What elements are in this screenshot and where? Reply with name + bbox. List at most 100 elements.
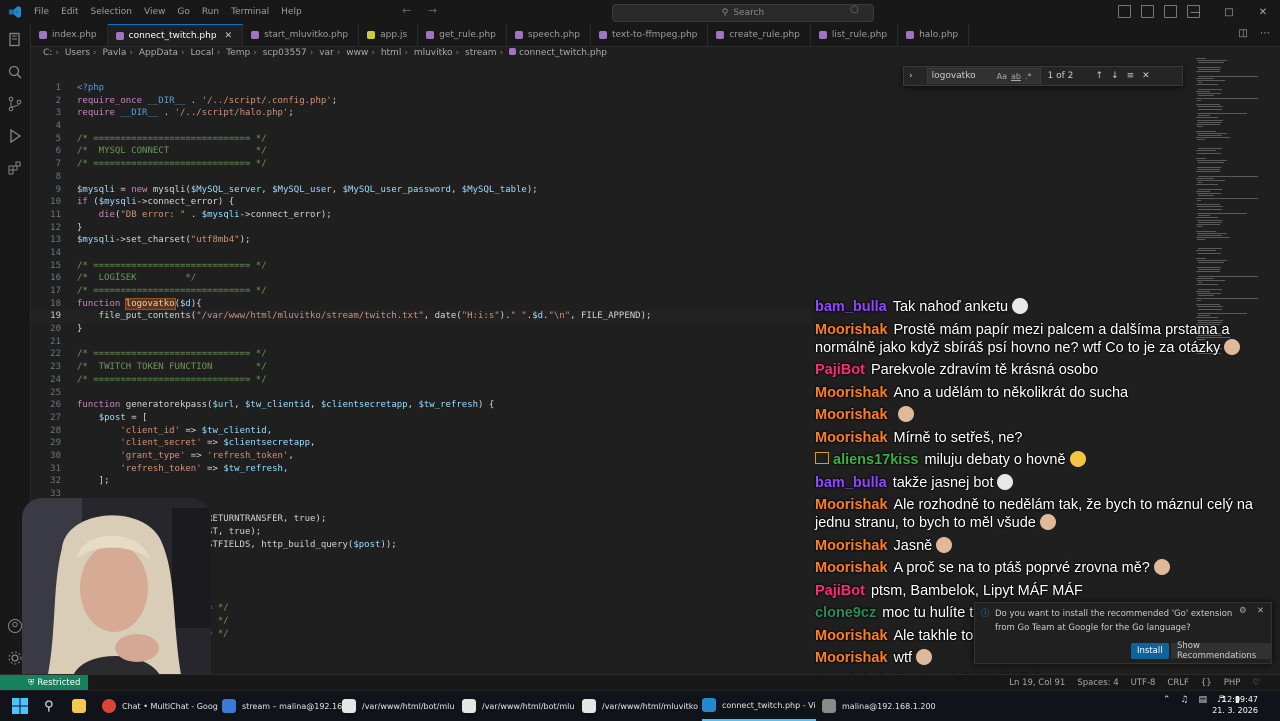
next-match-icon[interactable]: ↓	[1111, 71, 1119, 81]
split-editor-icon[interactable]: ◫	[1239, 28, 1248, 39]
explorer-icon[interactable]	[7, 32, 23, 48]
taskbar-notepad-2[interactable]: /var/www/html/bot/mlu	[462, 691, 574, 721]
code-line[interactable]: 30 'grant_type' => 'refresh_token',	[31, 450, 811, 463]
toggle-replace-chevron-icon[interactable]: ›	[909, 71, 913, 81]
breadcrumb-item[interactable]: Temp	[226, 48, 250, 58]
code-line[interactable]: 6 /* MYSQL CONNECT */	[31, 145, 811, 158]
find-in-selection-icon[interactable]: ≡	[1127, 71, 1135, 81]
breadcrumb-item[interactable]: html	[381, 48, 402, 58]
breadcrumb-item[interactable]: scp03557	[263, 48, 307, 58]
tab-list-rule-php[interactable]: list_rule.php	[811, 24, 899, 46]
previous-match-icon[interactable]: ↑	[1096, 71, 1104, 81]
tab-app-js[interactable]: app.js	[359, 24, 419, 46]
code-line[interactable]: 11 die("DB error: " . $mysqli->connect_e…	[31, 209, 811, 222]
code-line[interactable]: 27 $post = [	[31, 412, 811, 425]
code-line[interactable]: 32 ];	[31, 475, 811, 488]
encoding[interactable]: UTF-8	[1131, 678, 1156, 688]
tab-halo-php[interactable]: halo.php	[898, 24, 970, 46]
close-find-icon[interactable]: ✕	[1142, 71, 1150, 81]
code-line[interactable]: 17 /* ============================= */	[31, 285, 811, 298]
code-line[interactable]: 22 /* ============================= */	[31, 348, 811, 361]
taskbar-clock[interactable]: 12:09:47 21. 3. 2026	[1212, 694, 1258, 716]
code-line[interactable]: 25	[31, 387, 811, 400]
breadcrumb-item[interactable]: C:	[43, 48, 52, 58]
code-line[interactable]: 23 /* TWITCH TOKEN FUNCTION */	[31, 361, 811, 374]
code-line[interactable]: 29 'client_secret' => $clientsecretapp,	[31, 437, 811, 450]
code-line[interactable]: 12}	[31, 222, 811, 235]
cursor-position[interactable]: Ln 19, Col 91	[1009, 678, 1065, 688]
install-button[interactable]: Install	[1131, 643, 1169, 659]
breadcrumb-item[interactable]: connect_twitch.php	[519, 48, 607, 58]
tab-connect-twitch-php[interactable]: connect_twitch.php ✕	[107, 24, 244, 46]
toggle-panel-icon[interactable]	[1141, 5, 1154, 18]
code-line[interactable]: 13 $mysqli->set_charset("utf8mb4");	[31, 234, 811, 247]
taskbar-notepad-1[interactable]: /var/www/html/bot/mlu	[342, 691, 454, 721]
source-control-icon[interactable]	[7, 96, 23, 112]
breadcrumb-item[interactable]: AppData	[139, 48, 178, 58]
code-line[interactable]: 28 'client_id' => $tw_clientid,	[31, 425, 811, 438]
nav-back-icon[interactable]: ←	[402, 4, 411, 17]
code-line[interactable]: 10 if ($mysqli->connect_error) {	[31, 196, 811, 209]
toggle-secondary-sidebar-icon[interactable]	[1164, 5, 1177, 18]
breadcrumb-item[interactable]: var	[319, 48, 334, 58]
code-line[interactable]: 8	[31, 171, 811, 184]
taskbar-ssh-session[interactable]: malina@192.168.1.200	[822, 691, 936, 721]
match-case-toggle[interactable]: Aa	[997, 72, 1007, 81]
manage-gear-icon[interactable]	[7, 650, 23, 666]
tab-index-php[interactable]: index.php	[31, 24, 108, 46]
breadcrumb-item[interactable]: www	[346, 48, 368, 58]
tab-get-rule-php[interactable]: get_rule.php	[418, 24, 507, 46]
code-line[interactable]: 14	[31, 247, 811, 260]
taskbar-vscode[interactable]: connect_twitch.php - Vi	[702, 691, 816, 721]
menu-view[interactable]: View	[138, 7, 171, 17]
extensions-icon[interactable]	[7, 160, 23, 176]
notifications-bell-icon[interactable]: ♡	[1252, 678, 1260, 688]
copilot-icon[interactable]: ○	[850, 4, 859, 15]
code-line[interactable]: 19 file_put_contents("/var/www/html/mluv…	[31, 310, 811, 324]
breadcrumb-item[interactable]: Users	[65, 48, 90, 58]
close-tab-icon[interactable]: ✕	[225, 31, 233, 41]
code-line[interactable]: 31 'refresh_token' => $tw_refresh,	[31, 463, 811, 476]
menu-edit[interactable]: Edit	[55, 7, 84, 17]
file-explorer-icon[interactable]	[72, 691, 92, 721]
use-regex-toggle[interactable]: .*	[1025, 72, 1032, 81]
toggle-primary-sidebar-icon[interactable]	[1118, 5, 1131, 18]
code-line[interactable]: 21	[31, 336, 811, 349]
breadcrumb-item[interactable]: Pavla	[103, 48, 127, 58]
tab-speech-php[interactable]: speech.php	[507, 24, 591, 46]
code-line[interactable]: 3 require __DIR__ . '/../script/halo.php'…	[31, 107, 811, 120]
breadcrumb-item[interactable]: Local	[190, 48, 213, 58]
taskbar-chrome-chat[interactable]: Chat • MultiChat - Goog	[102, 691, 218, 721]
code-line[interactable]: 7 /* ============================= */	[31, 158, 811, 171]
code-line[interactable]: 20}	[31, 323, 811, 336]
close-notification-icon[interactable]: ✕	[1257, 606, 1264, 616]
code-line[interactable]: 9 $mysqli = new mysqli($MySQL_server, $My…	[31, 184, 811, 197]
accounts-icon[interactable]	[7, 618, 23, 634]
more-actions-icon[interactable]: ⋯	[1260, 28, 1270, 39]
menu-terminal[interactable]: Terminal	[225, 7, 275, 17]
start-button[interactable]	[12, 691, 28, 721]
menu-run[interactable]: Run	[196, 7, 225, 17]
search-view-icon[interactable]	[7, 64, 23, 80]
command-center-search[interactable]: ⚲ Search	[612, 4, 874, 22]
maximize-icon[interactable]: □	[1212, 7, 1246, 18]
code-line[interactable]: 24 /* ============================= */	[31, 374, 811, 387]
taskbar-stream-terminal[interactable]: stream – malina@192.16	[222, 691, 342, 721]
menu-go[interactable]: Go	[171, 7, 195, 17]
microphone-icon[interactable]: ♫	[1180, 695, 1188, 705]
menu-selection[interactable]: Selection	[85, 7, 138, 17]
show-recommendations-button[interactable]: Show Recommendations	[1171, 641, 1271, 661]
code-line[interactable]: 15 /* ============================= */	[31, 260, 811, 273]
code-line[interactable]: 1 <?php	[31, 82, 811, 95]
tab-text-to-ffmpeg-php[interactable]: text-to-ffmpeg.php	[591, 24, 709, 46]
end-of-line[interactable]: CRLF	[1167, 678, 1188, 688]
menu-help[interactable]: Help	[275, 7, 308, 17]
network-icon[interactable]: ▤	[1198, 695, 1207, 705]
show-hidden-icons-chevron-icon[interactable]: ⌃	[1163, 695, 1171, 705]
menu-file[interactable]: File	[28, 7, 55, 17]
nav-forward-icon[interactable]: →	[428, 4, 437, 17]
notification-settings-gear-icon[interactable]: ⚙	[1239, 606, 1247, 616]
code-line[interactable]: 18 function logovatko($d){	[31, 297, 811, 311]
run-debug-icon[interactable]	[7, 128, 23, 144]
taskbar-notepad-3[interactable]: /var/www/html/mluvitko	[582, 691, 698, 721]
